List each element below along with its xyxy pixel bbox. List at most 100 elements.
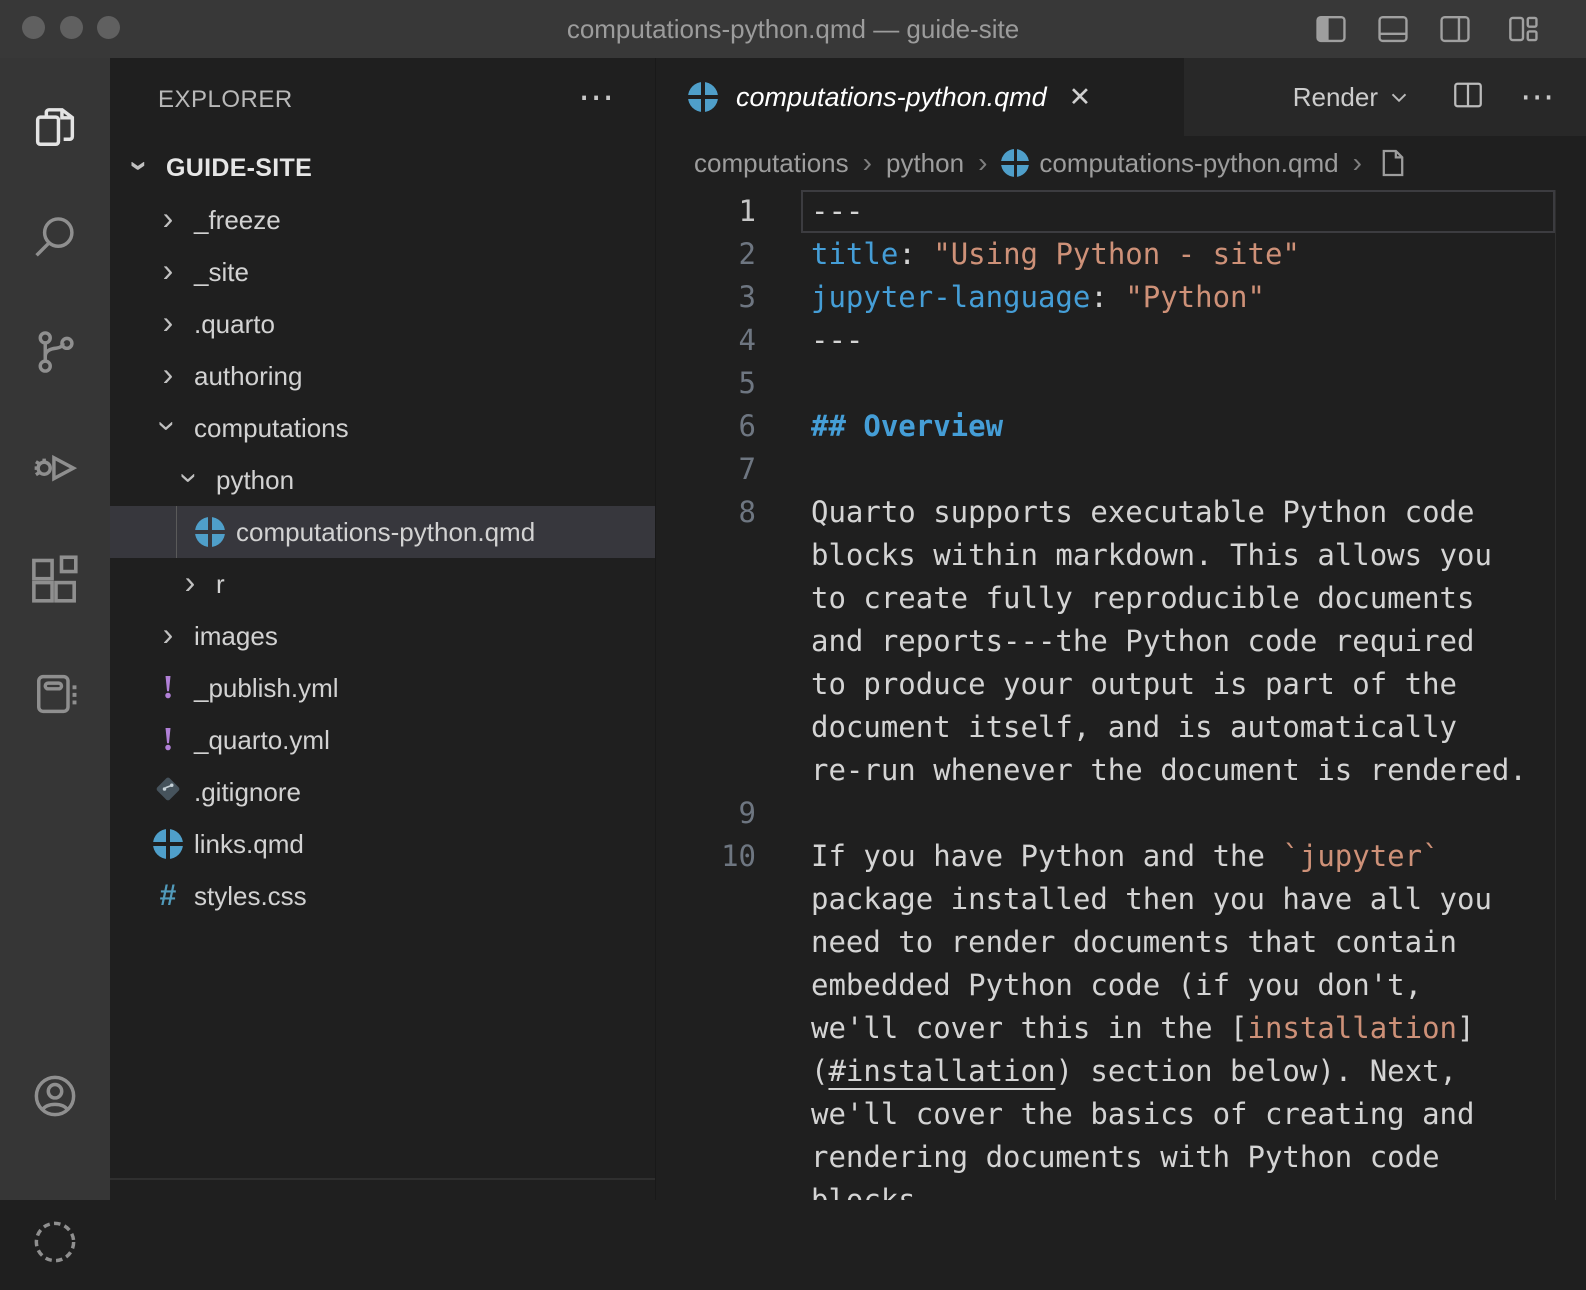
code-line[interactable]: 1 --- [656,190,1586,233]
line-number [656,964,756,1007]
code-editor[interactable]: 1 ---2title: "Using Python - site"3jupyte… [656,190,1586,1200]
tree-item-computations[interactable]: › computations [110,402,655,454]
tree-item-label: images [194,621,278,652]
git-file-icon [153,774,183,811]
code-line[interactable]: to create fully reproducible documents [656,577,1586,620]
close-tab-icon[interactable]: ✕ [1069,82,1092,113]
tree-item-python[interactable]: ›python [110,454,655,506]
search-icon[interactable] [0,190,110,286]
sidebar-title: EXPLORER [158,58,293,142]
tree-root-guide-site[interactable]: › GUIDE-SITE [110,142,655,194]
code-line[interactable]: we'll cover this in the [installation] [656,1007,1586,1050]
editor-group: computations-python.qmd ✕ Render ⋯ compu… [655,58,1586,1200]
code-line[interactable]: need to render documents that contain [656,921,1586,964]
css-file-icon: # [160,879,177,913]
chevron-right-icon: › [163,202,174,234]
tree-item-label: computations-python.qmd [236,517,535,548]
chevron-right-icon: › [163,306,174,338]
line-number: 1 [656,190,756,233]
breadcrumb-separator: › [863,147,872,179]
tree-item--freeze[interactable]: ›_freeze [110,194,655,246]
code-line[interactable]: 10If you have Python and the `jupyter` [656,835,1586,878]
tree-item-images[interactable]: ›images [110,610,655,662]
code-line[interactable]: to produce your output is part of the [656,663,1586,706]
split-editor-icon[interactable] [1450,77,1486,118]
tree-item--quarto[interactable]: ›.quarto [110,298,655,350]
accounts-icon[interactable] [0,1048,110,1144]
breadcrumb-label: computations-python.qmd [1039,148,1338,179]
code-line[interactable]: and reports---the Python code required [656,620,1586,663]
code-line[interactable]: blocks within markdown. This allows you [656,534,1586,577]
tree-item-r[interactable]: ›r [110,558,655,610]
explorer-icon[interactable] [0,80,110,176]
code-line[interactable]: we'll cover the basics of creating and [656,1093,1586,1136]
code-line[interactable]: 9 [656,792,1586,835]
sidebar-more-actions-icon[interactable]: ⋯ [578,58,617,142]
source-control-icon[interactable] [0,304,110,400]
line-number: 8 [656,491,756,534]
extensions-icon[interactable] [0,532,110,628]
code-line[interactable]: blocks. [656,1179,1586,1200]
line-number [656,1136,756,1179]
settings-gear-icon[interactable] [0,1194,110,1290]
tree-item--gitignore[interactable]: .gitignore [110,766,655,818]
outline-section: › OUTLINE [110,1178,655,1200]
code-line[interactable]: 8 Quarto supports executable Python code [656,491,1586,534]
line-number: 6 [656,405,756,448]
code-line[interactable]: rendering documents with Python code [656,1136,1586,1179]
tree-item-computations-python-qmd[interactable]: computations-python.qmd [110,506,655,558]
code-line[interactable]: package installed then you have all you [656,878,1586,921]
tree-item--site[interactable]: ›_site [110,246,655,298]
line-number: 4 [656,319,756,362]
code-line[interactable]: 4--- [656,319,1586,362]
code-line[interactable]: 3jupyter-language: "Python" [656,276,1586,319]
activity-bar [0,58,110,1200]
line-content: and reports---the Python code required [801,620,1555,663]
tree-item-styles-css[interactable]: #styles.css [110,870,655,922]
line-number: 5 [656,362,756,405]
explorer-sidebar: EXPLORER ⋯ › GUIDE-SITE ›_freeze›_site›.… [110,58,655,1200]
breadcrumb-item[interactable]: computations [694,148,849,179]
breadcrumb-label: computations [694,148,849,179]
line-content: title: "Using Python - site" [801,233,1555,276]
line-number [656,663,756,706]
render-button[interactable]: Render [1293,82,1412,113]
code-line[interactable]: (#installation) section below). Next, [656,1050,1586,1093]
tree-item--publish-yml[interactable]: !_publish.yml [110,662,655,714]
line-number [656,1007,756,1050]
code-line[interactable]: embedded Python code (if you don't, [656,964,1586,1007]
breadcrumb-item[interactable]: python [886,148,964,179]
tree-item-authoring[interactable]: ›authoring [110,350,655,402]
toggle-panel-icon[interactable] [1374,10,1412,48]
code-line[interactable]: document itself, and is automatically [656,706,1586,749]
code-line[interactable]: 6## Overview [656,405,1586,448]
chevron-down-icon: › [152,421,184,432]
line-content: Quarto supports executable Python code [801,491,1555,534]
tree-item--quarto-yml[interactable]: !_quarto.yml [110,714,655,766]
code-line[interactable]: 5 [656,362,1586,405]
tree-item-label: r [216,569,225,600]
quarto-file-icon [1001,149,1029,177]
tab-computations-python[interactable]: computations-python.qmd ✕ [656,58,1184,136]
tree-item-label: links.qmd [194,829,304,860]
editor-actions: Render ⋯ [1293,58,1586,136]
yaml-file-icon: ! [162,721,173,759]
quarto-file-icon [153,829,183,859]
quarto-file-icon [195,517,225,547]
code-line[interactable]: 2title: "Using Python - site" [656,233,1586,276]
outline-section-header[interactable]: › OUTLINE [110,1186,655,1200]
tree-item-links-qmd[interactable]: links.qmd [110,818,655,870]
code-line[interactable]: 7 [656,448,1586,491]
breadcrumb-item[interactable] [1376,145,1410,181]
run-and-debug-icon[interactable] [0,418,110,514]
more-actions-icon[interactable]: ⋯ [1520,58,1557,136]
line-content: document itself, and is automatically [801,706,1555,749]
quarto-notebook-icon[interactable] [0,646,110,742]
toggle-primary-sidebar-icon[interactable] [1312,10,1350,48]
customize-layout-icon[interactable] [1504,10,1542,48]
line-content: --- [801,190,1555,233]
tree-item-label: computations [194,413,349,444]
breadcrumb-item[interactable]: computations-python.qmd [1001,148,1338,179]
toggle-secondary-sidebar-icon[interactable] [1436,10,1474,48]
code-line[interactable]: re-run whenever the document is rendered… [656,749,1586,792]
